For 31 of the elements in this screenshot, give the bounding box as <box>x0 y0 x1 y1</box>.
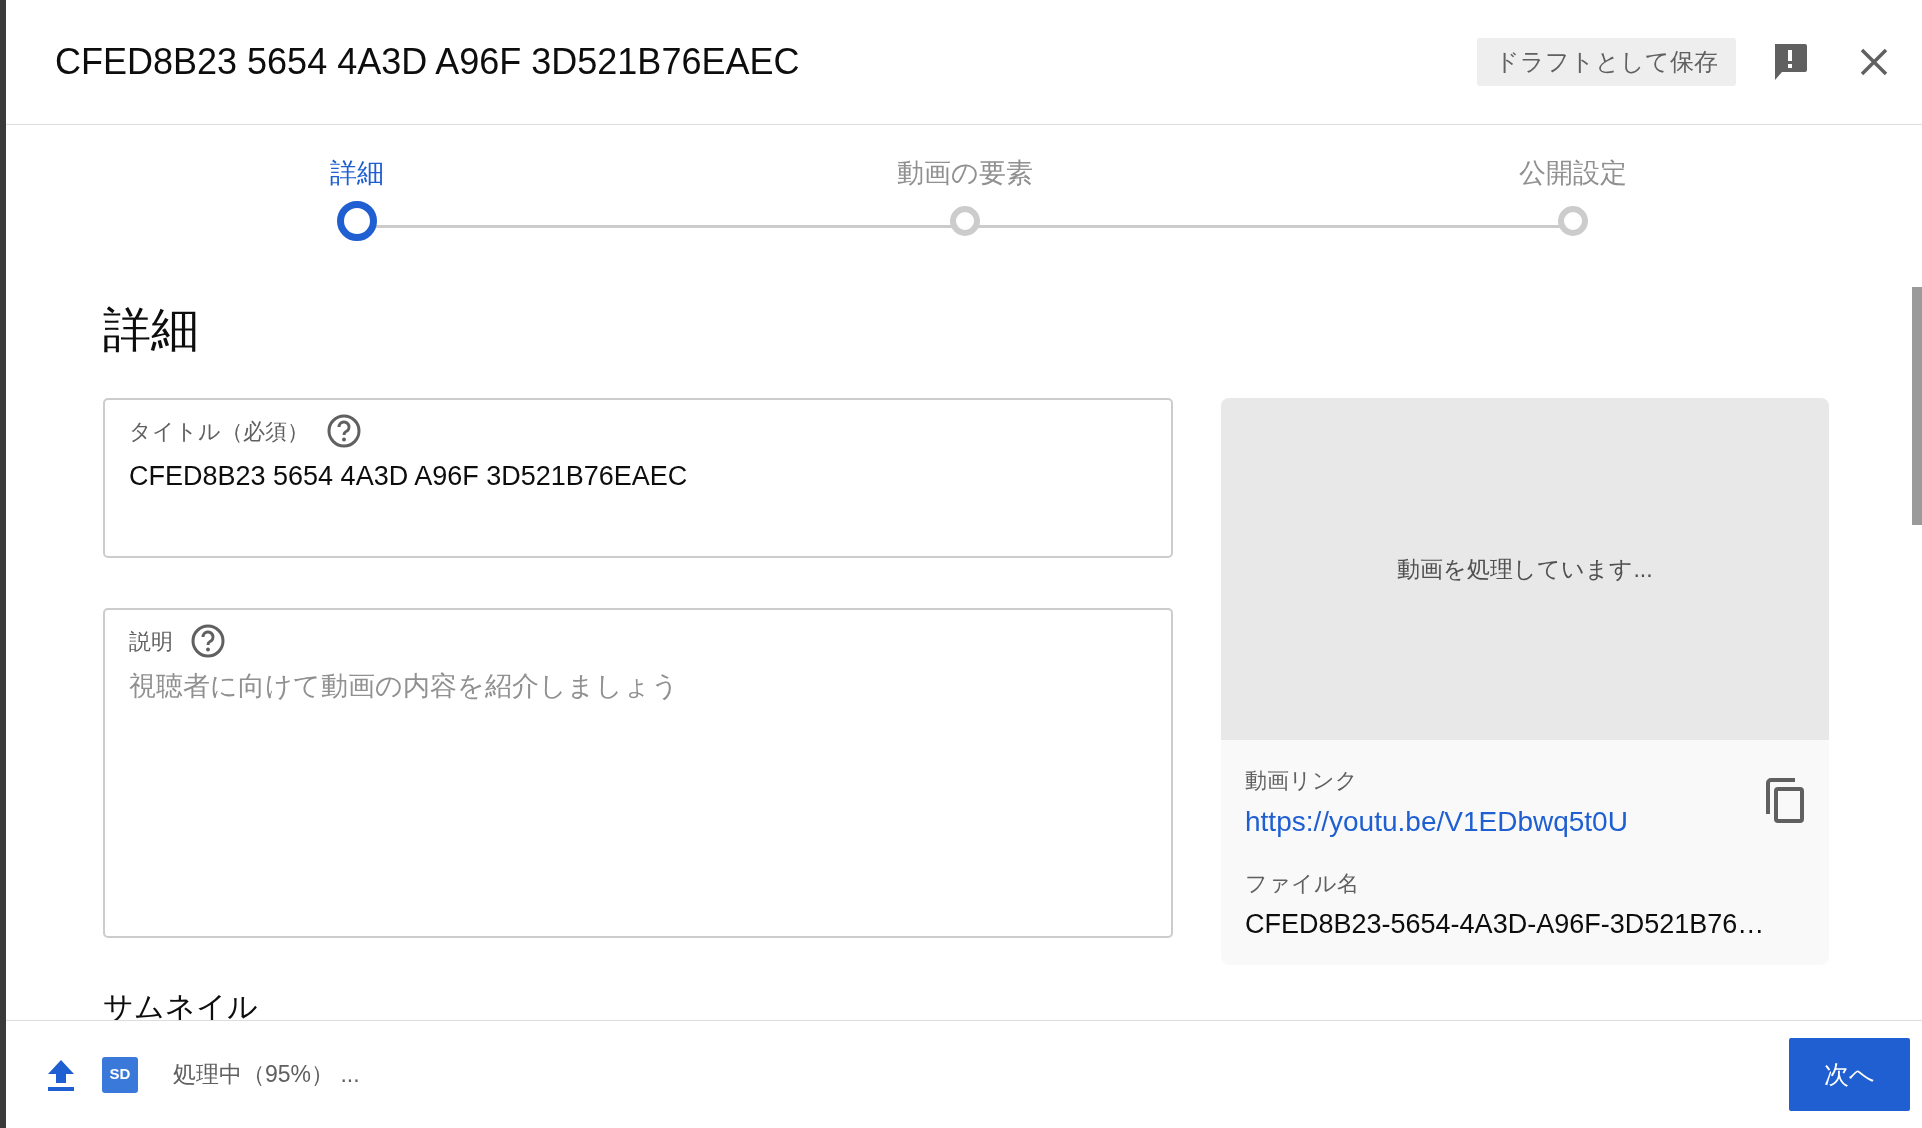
save-draft-button[interactable]: ドラフトとして保存 <box>1477 38 1736 86</box>
field-label: 説明 <box>129 627 173 656</box>
current-step-dot[interactable] <box>337 200 377 241</box>
feedback-icon[interactable] <box>1772 42 1808 82</box>
close-icon[interactable] <box>1860 48 1888 76</box>
step-dot[interactable] <box>1558 205 1588 236</box>
processing-message: 動画を処理しています... <box>1397 554 1653 584</box>
help-icon[interactable] <box>327 414 361 449</box>
copy-icon[interactable] <box>1765 778 1805 825</box>
field-label: タイトル（必須） <box>129 417 309 446</box>
description-field[interactable]: 説明 視聴者に向けて動画の内容を紹介しましょう <box>103 608 1173 939</box>
scrollbar[interactable] <box>1912 287 1922 525</box>
file-name-label: ファイル名 <box>1245 870 1360 899</box>
next-button[interactable]: 次へ <box>1789 1038 1910 1111</box>
step-tab[interactable]: 公開設定 <box>1519 153 1627 194</box>
video-link-label: 動画リンク <box>1245 767 1359 796</box>
file-name: CFED8B23-5654-4A3D-A96F-3D521B76… <box>1245 908 1766 942</box>
title-field[interactable]: タイトル（必須） CFED8B23 5654 4A3D A96F 3D521B76EAEC <box>103 398 1173 559</box>
section-heading: 詳細 <box>103 301 200 358</box>
video-link[interactable]: https://youtu.be/V1EDbwq5t0U <box>1245 801 1628 844</box>
help-icon[interactable] <box>191 624 225 659</box>
quality-badge: SD <box>102 1056 138 1093</box>
processing-status: 処理中（95%） ... <box>173 1060 360 1090</box>
step-tab[interactable]: 詳細 <box>330 153 384 194</box>
thumbnail-heading: サムネイル <box>103 988 259 1020</box>
title-input[interactable]: CFED8B23 5654 4A3D A96F 3D521B76EAEC <box>129 456 1147 497</box>
dialog-title: CFED8B23 5654 4A3D A96F 3D521B76EAEC <box>55 40 800 84</box>
upload-icon <box>46 1058 76 1091</box>
step-dot[interactable] <box>950 205 980 236</box>
step-tab[interactable]: 動画の要素 <box>897 153 1033 194</box>
description-input[interactable]: 視聴者に向けて動画の内容を紹介しましょう <box>129 666 1147 910</box>
